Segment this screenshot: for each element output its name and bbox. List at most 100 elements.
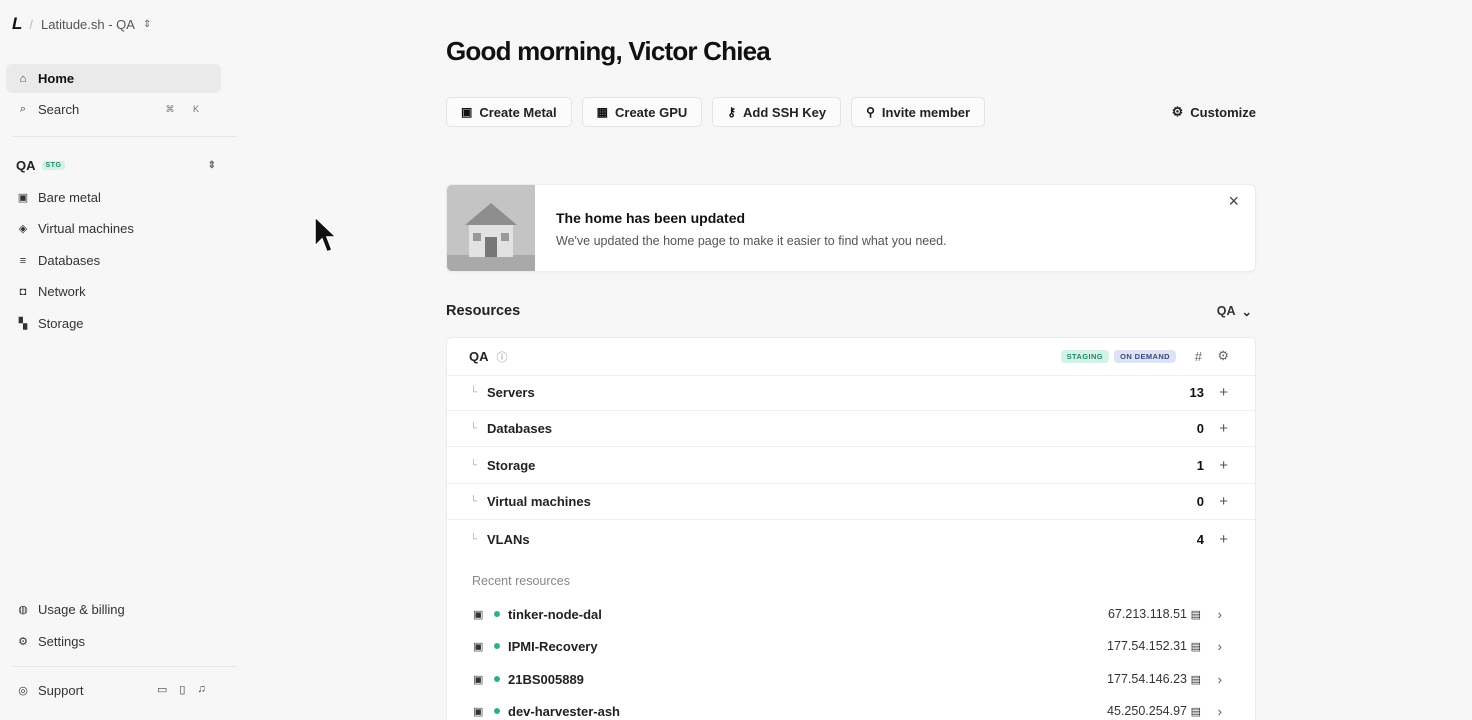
- plus-icon[interactable]: +: [1219, 420, 1228, 437]
- nav-databases[interactable]: ≡ Databases: [6, 246, 221, 275]
- hash-icon[interactable]: #: [1195, 349, 1202, 364]
- on-demand-tag: ON DEMAND: [1114, 350, 1176, 363]
- storage-icon: ▚: [18, 318, 28, 330]
- resources-project-dropdown[interactable]: QA ⌄: [1217, 304, 1252, 319]
- resource-row-storage[interactable]: └ Storage 1 +: [447, 448, 1255, 484]
- create-gpu-button[interactable]: ▦ Create GPU: [581, 97, 703, 127]
- chevron-up-down-icon: ⇕: [207, 159, 216, 171]
- branch-icon: └: [470, 460, 478, 471]
- resource-label: Virtual machines: [487, 494, 591, 509]
- search-icon: ⌕: [19, 103, 27, 115]
- button-label: Create GPU: [615, 104, 688, 120]
- nav-home-label: Home: [38, 71, 75, 86]
- plus-icon[interactable]: +: [1219, 493, 1228, 510]
- chevron-right-icon[interactable]: ›: [1218, 672, 1222, 687]
- nav-label: Support: [38, 683, 84, 698]
- project-name: QA: [469, 349, 489, 364]
- grid-icon: ▦: [596, 105, 608, 119]
- resource-name: tinker-node-dal: [508, 606, 602, 622]
- quick-actions: ▣ Create Metal ▦ Create GPU ⚷ Add SSH Ke…: [446, 97, 986, 127]
- resource-row-servers[interactable]: └ Servers 13 +: [447, 375, 1255, 411]
- project-switcher[interactable]: QA STG ⇕: [16, 156, 216, 174]
- nav-settings[interactable]: ⚙ Settings: [6, 627, 221, 656]
- plus-icon[interactable]: +: [1219, 531, 1228, 548]
- button-label: Invite member: [881, 104, 971, 120]
- page-title: Good morning, Victor Chiea: [446, 36, 771, 66]
- nav-label: Settings: [38, 634, 85, 649]
- separator: /: [29, 16, 34, 32]
- recent-resource-row[interactable]: ▣ tinker-node-dal 67.213.118.51 ▤ ›: [447, 598, 1255, 630]
- recent-resource-row[interactable]: ▣ 21BS005889 177.54.146.23 ▤ ›: [447, 663, 1255, 695]
- resource-count: 13: [1189, 385, 1204, 400]
- close-icon[interactable]: ×: [1228, 191, 1239, 212]
- branch-icon: └: [470, 387, 478, 398]
- nav-label: Databases: [38, 253, 101, 268]
- server-icon: ▣: [473, 673, 484, 686]
- branch-icon: └: [470, 533, 478, 545]
- server-icon: ▣: [473, 608, 484, 621]
- nav-virtual-machines[interactable]: ◈ Virtual machines: [6, 214, 221, 243]
- chat-icon[interactable]: ▭: [157, 683, 167, 696]
- create-metal-button[interactable]: ▣ Create Metal: [446, 97, 572, 127]
- user-plus-icon: ⚲: [866, 105, 875, 119]
- invite-member-button[interactable]: ⚲ Invite member: [851, 97, 986, 127]
- resource-name: dev-harvester-ash: [508, 703, 620, 719]
- staging-tag: STAGING: [1060, 350, 1109, 363]
- footer-icons: ▭ ▯ ♫: [157, 683, 206, 696]
- nav-label: Network: [38, 284, 86, 299]
- project-header: QA ⓘ STAGING ON DEMAND # ⚙: [447, 338, 1255, 376]
- resource-count: 4: [1196, 531, 1204, 547]
- info-icon[interactable]: ⓘ: [497, 349, 508, 365]
- recent-resource-row[interactable]: ▣ IPMI-Recovery 177.54.152.31 ▤ ›: [447, 630, 1255, 662]
- copy-icon[interactable]: ▤: [1191, 640, 1201, 653]
- nav-storage[interactable]: ▚ Storage: [6, 309, 221, 338]
- gear-icon[interactable]: ⚙: [1217, 348, 1229, 364]
- resource-name: IPMI-Recovery: [508, 638, 598, 654]
- chevron-right-icon[interactable]: ›: [1218, 704, 1222, 719]
- copy-icon[interactable]: ▤: [1191, 705, 1201, 718]
- bell-icon[interactable]: ♫: [197, 683, 205, 696]
- database-icon: ≡: [19, 254, 27, 267]
- button-label: Create Metal: [479, 104, 557, 120]
- search-shortcut: ⌘ K: [165, 104, 207, 114]
- house-image: [447, 185, 535, 271]
- banner-text: We've updated the home page to make it e…: [556, 234, 947, 248]
- nav-home[interactable]: ⌂ Home: [6, 64, 221, 93]
- resource-ip: 177.54.146.23: [1107, 672, 1187, 686]
- nav-label: Bare metal: [38, 190, 101, 205]
- recent-resource-row[interactable]: ▣ dev-harvester-ash 45.250.254.97 ▤ ›: [447, 695, 1255, 720]
- nav-bare-metal[interactable]: ▣ Bare metal: [6, 183, 221, 212]
- nav-search[interactable]: ⌕ Search ⌘ K: [6, 95, 221, 124]
- nav-usage-billing[interactable]: ◍ Usage & billing: [6, 595, 221, 624]
- workspace-switcher[interactable]: L / Latitude.sh - QA ⇕: [12, 12, 151, 36]
- sidebar-divider: [12, 136, 237, 137]
- resource-row-databases[interactable]: └ Databases 0 +: [447, 411, 1255, 447]
- customize-label: Customize: [1190, 104, 1256, 120]
- copy-icon[interactable]: ▤: [1191, 673, 1201, 686]
- nav-search-label: Search: [38, 102, 80, 117]
- resource-ip: 67.213.118.51: [1107, 607, 1187, 621]
- status-dot: [494, 611, 500, 617]
- add-ssh-key-button[interactable]: ⚷ Add SSH Key: [712, 97, 842, 127]
- nav-support[interactable]: ◎ Support: [6, 676, 146, 705]
- docs-icon[interactable]: ▯: [179, 683, 185, 696]
- billing-icon: ◍: [18, 604, 28, 616]
- home-icon: ⌂: [19, 72, 27, 85]
- resource-ip: 45.250.254.97: [1107, 704, 1187, 718]
- resource-row-virtual-machines[interactable]: └ Virtual machines 0 +: [447, 484, 1255, 520]
- resource-count: 1: [1196, 458, 1204, 473]
- stg-badge: STG: [41, 160, 66, 170]
- chevron-right-icon[interactable]: ›: [1218, 607, 1222, 622]
- resource-count: 0: [1196, 421, 1204, 436]
- plus-icon[interactable]: +: [1219, 384, 1228, 401]
- customize-button[interactable]: ⚙ Customize: [1172, 104, 1256, 120]
- resource-row-vlans[interactable]: └ VLANs 4 +: [447, 521, 1255, 557]
- gear-icon: ⚙: [18, 636, 28, 648]
- resource-label: Storage: [487, 458, 536, 473]
- plus-icon[interactable]: +: [1219, 457, 1228, 474]
- chevron-right-icon[interactable]: ›: [1218, 639, 1222, 654]
- sidebar-divider: [12, 666, 237, 667]
- nav-network[interactable]: ◘ Network: [6, 277, 221, 306]
- copy-icon[interactable]: ▤: [1191, 608, 1201, 621]
- status-dot: [494, 708, 500, 714]
